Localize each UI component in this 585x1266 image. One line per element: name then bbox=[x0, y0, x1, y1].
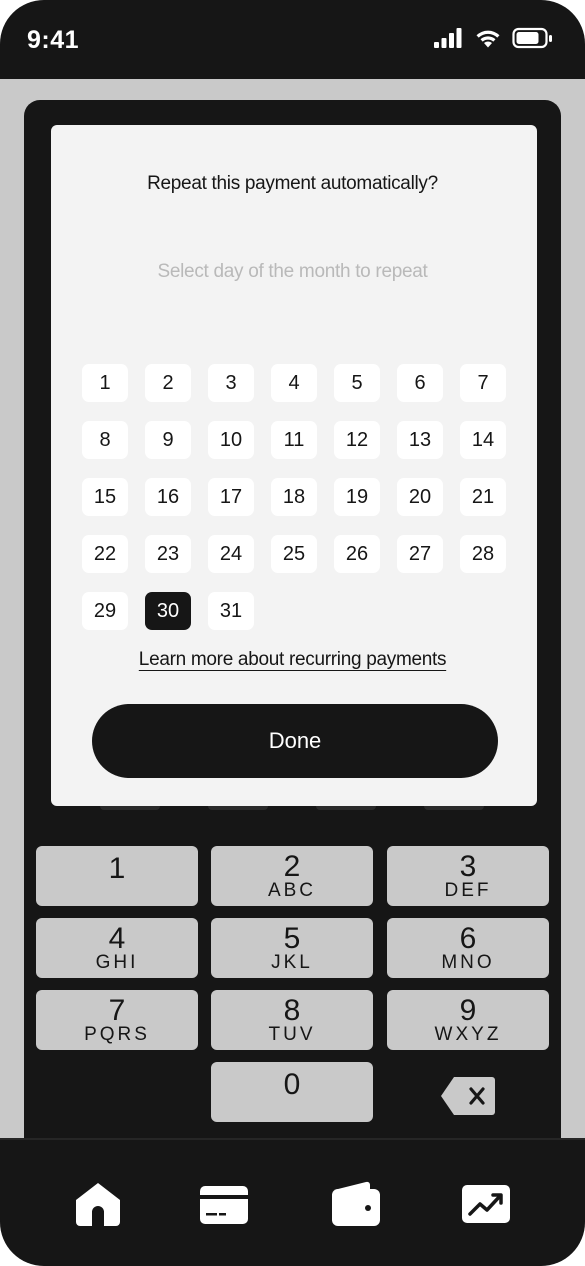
day-option-27[interactable]: 27 bbox=[397, 535, 443, 573]
day-option-14[interactable]: 14 bbox=[460, 421, 506, 459]
day-option-8[interactable]: 8 bbox=[82, 421, 128, 459]
day-option-18[interactable]: 18 bbox=[271, 478, 317, 516]
key-letters: ABC bbox=[267, 880, 317, 901]
day-option-29[interactable]: 29 bbox=[82, 592, 128, 630]
day-option-20[interactable]: 20 bbox=[397, 478, 443, 516]
day-option-4[interactable]: 4 bbox=[271, 364, 317, 402]
key-letters: WXYZ bbox=[434, 1024, 502, 1045]
key-digit: 9 bbox=[459, 994, 477, 1027]
key-digit: 1 bbox=[108, 852, 126, 885]
day-option-6[interactable]: 6 bbox=[397, 364, 443, 402]
day-option-12[interactable]: 12 bbox=[334, 421, 380, 459]
key-letters: DEF bbox=[444, 880, 492, 901]
day-option-30[interactable]: 30 bbox=[145, 592, 191, 630]
keypad-key-4[interactable]: 4 GHI bbox=[36, 918, 198, 978]
keypad-key-7[interactable]: 7 PQRS bbox=[36, 990, 198, 1050]
key-letters: PQRS bbox=[84, 1024, 150, 1045]
done-button[interactable]: Done bbox=[92, 704, 498, 778]
keypad-key-3[interactable]: 3 DEF bbox=[387, 846, 549, 906]
modal-title: Repeat this payment automatically? bbox=[147, 173, 438, 194]
tab-home[interactable] bbox=[72, 1180, 124, 1228]
backspace-icon bbox=[441, 1077, 495, 1115]
key-digit: 4 bbox=[108, 922, 126, 955]
day-option-5[interactable]: 5 bbox=[334, 364, 380, 402]
day-option-10[interactable]: 10 bbox=[208, 421, 254, 459]
home-icon bbox=[76, 1183, 120, 1226]
key-digit: 7 bbox=[108, 994, 126, 1027]
key-digit: 0 bbox=[283, 1068, 301, 1101]
day-option-16[interactable]: 16 bbox=[145, 478, 191, 516]
card-icon bbox=[200, 1186, 248, 1224]
backspace-key[interactable] bbox=[440, 1076, 496, 1116]
cellular-signal-icon bbox=[434, 28, 462, 48]
day-option-17[interactable]: 17 bbox=[208, 478, 254, 516]
keypad-key-2[interactable]: 2 ABC bbox=[211, 846, 373, 906]
day-option-11[interactable]: 11 bbox=[271, 421, 317, 459]
key-letters: JKL bbox=[271, 952, 313, 973]
key-letters: MNO bbox=[441, 952, 495, 973]
status-time: 9:41 bbox=[27, 26, 80, 54]
day-option-22[interactable]: 22 bbox=[82, 535, 128, 573]
hidden-key bbox=[316, 806, 376, 810]
keypad-key-0[interactable]: 0 bbox=[211, 1062, 373, 1122]
wifi-icon bbox=[476, 30, 500, 48]
battery-icon bbox=[512, 27, 552, 49]
keypad-key-6[interactable]: 6 MNO bbox=[387, 918, 549, 978]
day-option-1[interactable]: 1 bbox=[82, 364, 128, 402]
key-digit: 8 bbox=[283, 994, 301, 1027]
day-option-15[interactable]: 15 bbox=[82, 478, 128, 516]
key-digit: 5 bbox=[283, 922, 301, 955]
day-option-9[interactable]: 9 bbox=[145, 421, 191, 459]
phone-screen: 9:41 Repeat this payment automatically? … bbox=[0, 0, 585, 1266]
day-option-21[interactable]: 21 bbox=[460, 478, 506, 516]
day-option-31[interactable]: 31 bbox=[208, 592, 254, 630]
key-digit: 6 bbox=[459, 922, 477, 955]
day-option-26[interactable]: 26 bbox=[334, 535, 380, 573]
day-option-7[interactable]: 7 bbox=[460, 364, 506, 402]
hidden-key bbox=[100, 806, 160, 810]
tab-wallet[interactable] bbox=[330, 1180, 382, 1228]
day-option-13[interactable]: 13 bbox=[397, 421, 443, 459]
day-option-28[interactable]: 28 bbox=[460, 535, 506, 573]
modal-subtitle: Select day of the month to repeat bbox=[157, 261, 428, 282]
day-option-3[interactable]: 3 bbox=[208, 364, 254, 402]
day-option-24[interactable]: 24 bbox=[208, 535, 254, 573]
day-option-19[interactable]: 19 bbox=[334, 478, 380, 516]
key-letters: TUV bbox=[268, 1024, 316, 1045]
wallet-icon bbox=[332, 1181, 380, 1226]
tab-cards[interactable] bbox=[198, 1180, 250, 1228]
keypad-key-1[interactable]: 1 bbox=[36, 846, 198, 906]
key-digit: 3 bbox=[459, 850, 477, 883]
day-option-25[interactable]: 25 bbox=[271, 535, 317, 573]
trending-up-icon bbox=[462, 1185, 510, 1223]
key-digit: 2 bbox=[283, 850, 301, 883]
tab-investments[interactable] bbox=[460, 1180, 512, 1228]
keypad-key-5[interactable]: 5 JKL bbox=[211, 918, 373, 978]
keypad-key-9[interactable]: 9 WXYZ bbox=[387, 990, 549, 1050]
key-letters: GHI bbox=[95, 952, 139, 973]
keypad-key-8[interactable]: 8 TUV bbox=[211, 990, 373, 1050]
day-option-2[interactable]: 2 bbox=[145, 364, 191, 402]
learn-more-link[interactable]: Learn more about recurring payments bbox=[0, 649, 585, 671]
hidden-key bbox=[424, 806, 484, 810]
hidden-key bbox=[208, 806, 268, 810]
status-bar: 9:41 bbox=[0, 0, 585, 79]
day-option-23[interactable]: 23 bbox=[145, 535, 191, 573]
